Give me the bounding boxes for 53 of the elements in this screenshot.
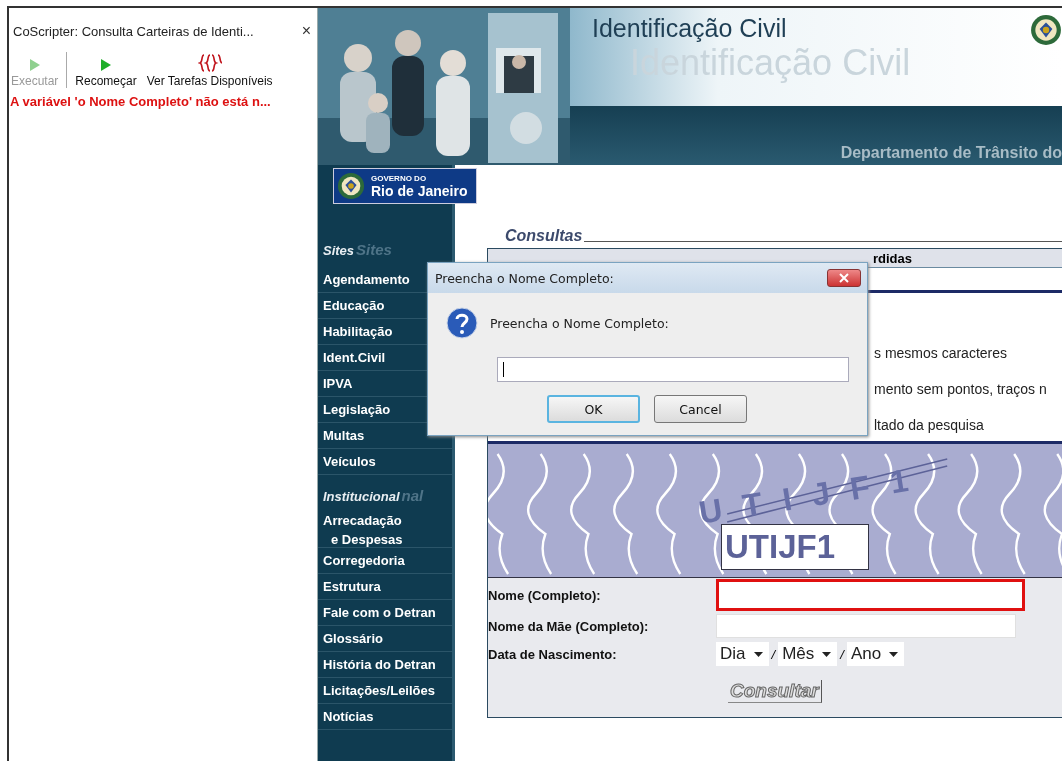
section-echo: nal [401,487,424,504]
emblem-icon [1030,14,1062,46]
date-separator: / [840,646,844,662]
dialog-button[interactable]: OK [547,395,640,423]
field-label: Nome (Completo): [488,587,602,603]
close-icon [839,273,849,283]
nav-link[interactable]: Notícias [318,704,452,730]
captcha-code: UTIJF1 [721,524,869,570]
dialog-message: Preencha o Nome Completo: [490,315,669,331]
panel-title: CoScripter: Consulta Carteiras de Identi... [13,23,254,39]
toolbar-button[interactable]: Ver Tarefas Disponíveis [144,54,275,88]
nav-section-title: Sites [323,243,355,258]
logo-name: Rio de Janeiro [371,182,468,199]
nav-link[interactable]: Fale com o Detran [318,600,452,626]
section-heading: Consultas [505,227,583,245]
input-field[interactable] [497,357,849,382]
date-dropdown[interactable]: Dia [716,642,769,666]
date-dropdown[interactable]: Mês [778,642,838,666]
caret-icon [822,651,832,657]
nav-link[interactable]: Arrecadação e Despesas [318,513,452,548]
question-icon [446,307,478,339]
braces-icon [197,54,222,72]
field-label: Data de Nascimento: [488,646,618,662]
instruction-text: ltado da pesquisa [874,417,985,433]
play-icon [100,58,113,72]
caret-icon [889,651,899,657]
close-button[interactable] [827,269,861,287]
close-icon[interactable]: × [301,22,311,40]
department-name: Departamento de Trânsito do [840,144,1062,162]
error-message: A variável 'o Nome Completo' não está n... [9,93,272,109]
instruction-text: s mesmos caracteres [874,345,1009,361]
government-logo[interactable]: GOVERNO DO Rio de Janeiro [333,168,477,204]
caret-icon [753,651,763,657]
toolbar-button[interactable]: Recomeçar [73,58,139,88]
nav-link[interactable]: Glossário [318,626,452,652]
nav-link[interactable]: Licitações/Leilões [318,678,452,704]
date-separator: / [771,646,776,662]
dialog-button[interactable]: Cancel [654,395,747,423]
nav-link[interactable]: Veículos [318,449,452,475]
table-header: rdidas [873,250,912,266]
page-title: Identificação Civil [592,14,787,43]
play-icon [28,58,41,72]
instruction-text: mento sem pontos, traços n [874,381,1048,397]
text-field[interactable] [716,579,1025,611]
nav-link[interactable]: Estrutura [318,574,452,600]
field-label: Nome da Mãe (Completo): [488,618,650,634]
emblem-icon [337,172,365,200]
nav-section-title: Institucional [323,489,400,504]
nav-link[interactable]: História do Detran [318,652,452,678]
date-dropdown[interactable]: Ano [846,642,905,666]
section-echo: Sites [356,241,392,258]
logo-caption: GOVERNO DO [371,173,428,183]
nav-link[interactable]: Corregedoria [318,548,452,574]
